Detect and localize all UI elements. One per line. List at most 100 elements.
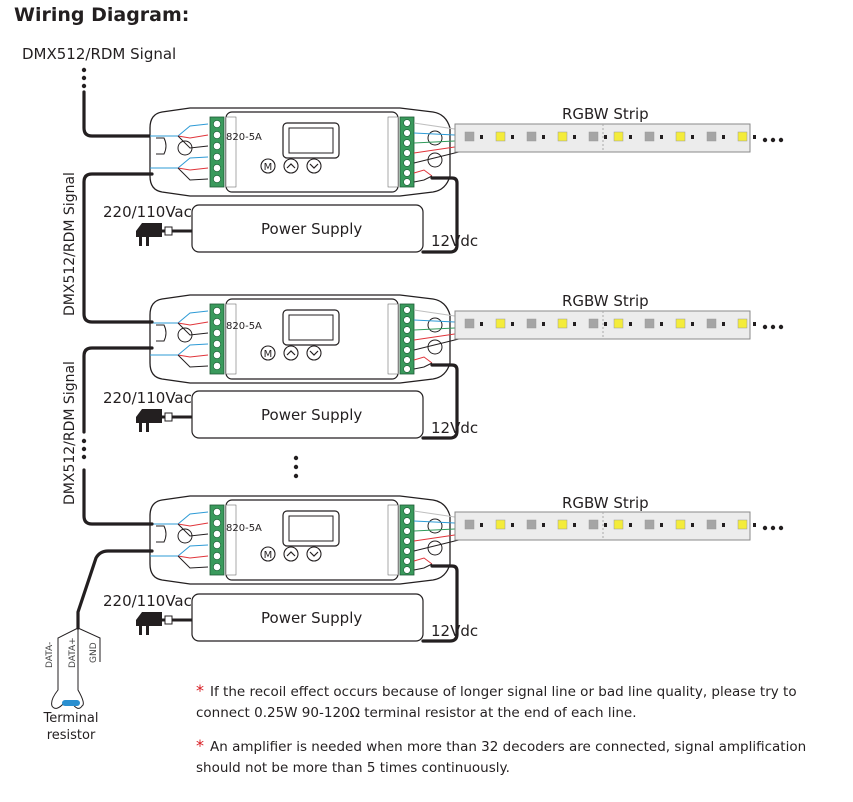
led-rgb — [588, 318, 599, 329]
continuation-dots — [762, 324, 768, 330]
dmx-chain-wire-2b — [82, 468, 154, 526]
continuation-dots — [293, 473, 299, 479]
continuation-dots — [770, 137, 776, 143]
ac-input-label-3: 220/110Vac — [103, 592, 192, 610]
plug-strain-relief — [164, 615, 173, 625]
decoder-3 — [149, 495, 476, 585]
resistor-chip — [542, 322, 545, 326]
chain-signal-label-2: DMX512/RDM Signal — [62, 361, 78, 505]
terminal-resistor-label: Terminal resistor — [36, 710, 106, 744]
dc-output-label-1: 12Vdc — [431, 232, 479, 250]
asterisk-icon: * — [196, 681, 204, 700]
rgbw-strip-3 — [454, 511, 756, 541]
resistor-chip — [511, 135, 514, 139]
resistor-chip — [722, 322, 725, 326]
plug-strain-relief — [164, 412, 173, 422]
resistor-chip — [629, 322, 632, 326]
up-button — [283, 345, 299, 361]
continuation-dots — [778, 525, 784, 531]
power-supply-label-3: Power Supply — [261, 609, 363, 627]
wire-label-data-plus: DATA+ — [68, 637, 78, 668]
resistor-chip — [511, 523, 514, 527]
continuation-dots — [778, 137, 784, 143]
led-warm-white — [737, 519, 748, 530]
down-button — [306, 158, 322, 174]
decoder-1 — [149, 107, 476, 197]
note-1: * If the recoil effect occurs because of … — [196, 680, 836, 724]
resistor-chip — [480, 135, 483, 139]
led-warm-white — [495, 519, 506, 530]
resistor-chip — [604, 523, 607, 527]
resistor-chip — [629, 523, 632, 527]
resistor-chip — [753, 523, 756, 527]
led-rgb — [644, 131, 655, 142]
plug-pin — [139, 626, 142, 635]
led-warm-white — [557, 318, 568, 329]
plug-pin — [139, 423, 142, 432]
dmx-input-wire — [82, 90, 154, 138]
resistor-chip — [480, 322, 483, 326]
led-warm-white — [675, 131, 686, 142]
dc-output-label-2: 12Vdc — [431, 419, 479, 437]
resistor-chip — [604, 322, 607, 326]
resistor-chip — [691, 135, 694, 139]
plug-pin — [146, 626, 149, 635]
led-warm-white — [613, 318, 624, 329]
resistor-chip — [542, 523, 545, 527]
up-button — [283, 158, 299, 174]
continuation-dots — [81, 67, 87, 73]
strip-label-1: RGBW Strip — [562, 105, 649, 123]
led-warm-white — [675, 318, 686, 329]
led-rgb — [706, 318, 717, 329]
decoder-body — [149, 495, 476, 585]
resistor-chip — [753, 135, 756, 139]
resistor-chip — [691, 322, 694, 326]
up-button — [283, 546, 299, 562]
signal-input-label: DMX512/RDM Signal — [22, 45, 177, 63]
resistor-chip — [629, 135, 632, 139]
led-rgb — [644, 318, 655, 329]
led-rgb — [526, 519, 537, 530]
resistor-chip — [660, 523, 663, 527]
led-rgb — [464, 131, 475, 142]
note-2: * An amplifier is needed when more than 3… — [196, 735, 836, 779]
led-warm-white — [495, 318, 506, 329]
resistor-chip — [722, 135, 725, 139]
mode-button-label: M — [264, 349, 273, 360]
led-rgb — [464, 519, 475, 530]
wire-label-gnd: GND — [89, 642, 99, 663]
ac-input-label-2: 220/110Vac — [103, 389, 192, 407]
resistor-chip — [660, 135, 663, 139]
dmx-chain-wire-1 — [82, 172, 154, 324]
led-rgb — [526, 131, 537, 142]
decoder-model-2: 820-5A — [226, 321, 262, 332]
page-title: Wiring Diagram: — [14, 4, 190, 26]
resistor-chip — [660, 322, 663, 326]
decoder-model-3: 820-5A — [226, 523, 262, 534]
resistor-chip — [480, 523, 483, 527]
continuation-dots — [81, 75, 87, 81]
plug-pin — [146, 423, 149, 432]
wire-label-data-minus: DATA- — [45, 641, 55, 668]
resistor-chip — [511, 322, 514, 326]
terminal-label-line2: resistor — [46, 728, 96, 743]
continuation-dots — [81, 438, 87, 444]
mode-button-label: M — [264, 550, 273, 561]
chain-signal-label-1: DMX512/RDM Signal — [62, 172, 78, 316]
dc-output-label-3: 12Vdc — [431, 622, 479, 640]
down-button — [306, 345, 322, 361]
rgbw-strip-1 — [454, 123, 756, 153]
strip-label-3: RGBW Strip — [562, 494, 649, 512]
plug-pin — [139, 237, 142, 246]
plug-pin — [146, 237, 149, 246]
resistor-chip — [573, 523, 576, 527]
continuation-dots — [81, 83, 87, 89]
power-supply-label-2: Power Supply — [261, 406, 363, 424]
continuation-dots — [762, 525, 768, 531]
decoder-body — [149, 294, 476, 384]
resistor-chip — [691, 523, 694, 527]
led-warm-white — [613, 519, 624, 530]
led-warm-white — [737, 131, 748, 142]
strip-label-2: RGBW Strip — [562, 292, 649, 310]
decoder-body — [149, 107, 476, 197]
